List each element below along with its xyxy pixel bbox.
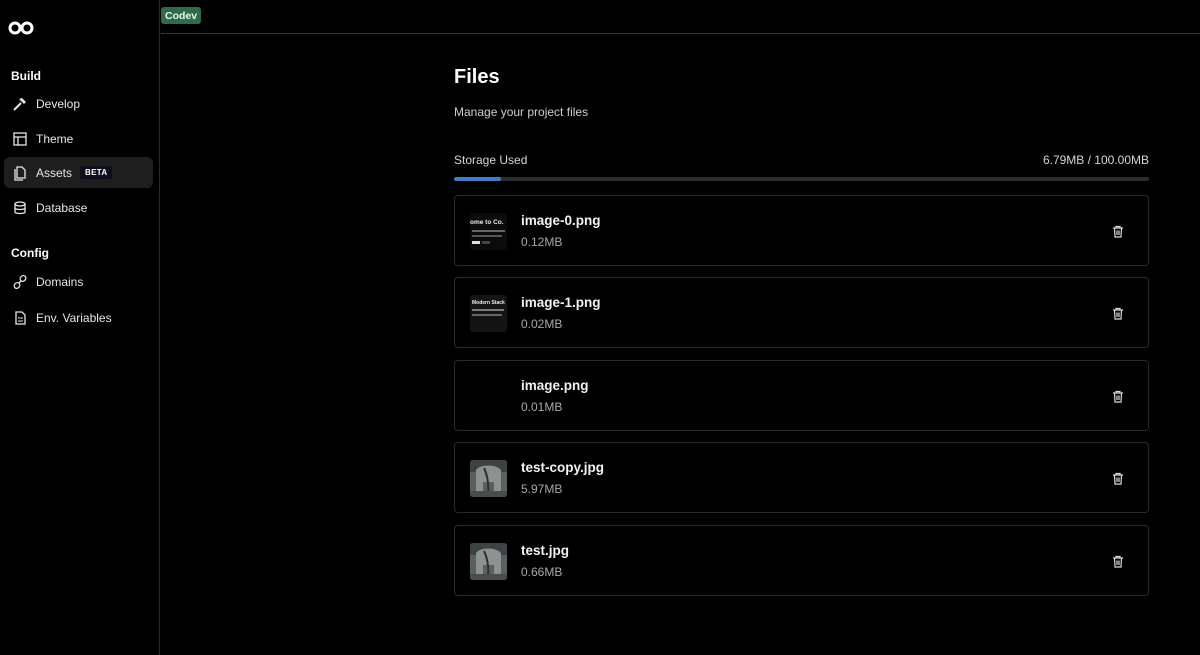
file-thumbnail: ome to Co.: [470, 213, 507, 250]
sidebar-item-label: Database: [36, 200, 88, 215]
sidebar-item-assets[interactable]: Assets BETA: [4, 157, 153, 188]
sidebar-item-label: Assets: [36, 165, 73, 180]
sidebar-item-label: Domains: [36, 274, 84, 289]
file-card[interactable]: ome to Co. image-0.png 0.12MB: [454, 195, 1149, 266]
top-bar: Codev: [161, 0, 1200, 34]
file-icon: [11, 309, 29, 327]
trash-icon: [1113, 390, 1123, 403]
delete-button[interactable]: [1110, 305, 1126, 321]
section-title-config: Config: [11, 246, 49, 260]
layout-icon: [11, 130, 29, 148]
file-size: 0.66MB: [521, 565, 563, 579]
link-icon: [11, 273, 29, 291]
storage-label: Storage Used: [454, 153, 528, 167]
file-size: 0.02MB: [521, 317, 563, 331]
sidebar-item-env-variables[interactable]: Env. Variables: [4, 302, 153, 333]
trash-icon: [1113, 225, 1123, 238]
sidebar-item-database[interactable]: Database: [4, 192, 153, 223]
sidebar: Build Develop Theme Assets BETA Database…: [0, 0, 160, 655]
beta-badge: BETA: [80, 166, 113, 179]
delete-button[interactable]: [1110, 470, 1126, 486]
delete-button[interactable]: [1110, 553, 1126, 569]
file-card[interactable]: test.jpg 0.66MB: [454, 525, 1149, 596]
storage-value: 6.79MB / 100.00MB: [1042, 153, 1149, 167]
delete-button[interactable]: [1110, 388, 1126, 404]
section-title-build: Build: [11, 69, 41, 83]
trash-icon: [1113, 472, 1123, 485]
file-name: image-0.png: [521, 213, 601, 228]
file-name: image-1.png: [521, 295, 601, 310]
project-badge[interactable]: Codev: [161, 7, 202, 24]
sidebar-item-label: Env. Variables: [36, 310, 112, 325]
file-card[interactable]: Modern Stack image-1.png 0.02MB: [454, 277, 1149, 348]
trash-icon: [1113, 307, 1123, 320]
trash-icon: [1113, 555, 1123, 568]
app: Build Develop Theme Assets BETA Database…: [0, 0, 1200, 655]
photo-thumbnail: [470, 543, 507, 580]
sidebar-item-label: Theme: [36, 131, 74, 146]
file-thumbnail: Modern Stack: [470, 295, 507, 332]
sidebar-item-domains[interactable]: Domains: [4, 266, 153, 297]
file-name: test.jpg: [521, 543, 570, 558]
storage-progress-fill: [454, 177, 502, 181]
storage-progress-bar: [454, 177, 1149, 181]
thumbnail-text: Modern Stack: [472, 300, 505, 306]
file-card[interactable]: image.png 0.01MB: [454, 360, 1149, 431]
file-size: 0.12MB: [521, 235, 563, 249]
file-name: image.png: [521, 378, 589, 393]
file-card[interactable]: test-copy.jpg 5.97MB: [454, 442, 1149, 513]
database-icon: [11, 199, 29, 217]
sidebar-item-develop[interactable]: Develop: [4, 88, 153, 119]
infinity-co-logo-icon[interactable]: [8, 18, 36, 38]
sidebar-item-theme[interactable]: Theme: [4, 123, 153, 154]
sidebar-item-label: Develop: [36, 96, 81, 111]
file-thumbnail: [470, 378, 507, 415]
file-size: 0.01MB: [521, 400, 563, 414]
file-name: test-copy.jpg: [521, 460, 605, 475]
photo-thumbnail: [470, 460, 507, 497]
delete-button[interactable]: [1110, 223, 1126, 239]
files-icon: [11, 164, 29, 182]
thumbnail-text: ome to Co.: [470, 219, 504, 226]
page-subtitle: Manage your project files: [454, 105, 589, 119]
hammer-icon: [11, 95, 29, 113]
page-title: Files: [454, 66, 500, 88]
file-size: 5.97MB: [521, 482, 563, 496]
